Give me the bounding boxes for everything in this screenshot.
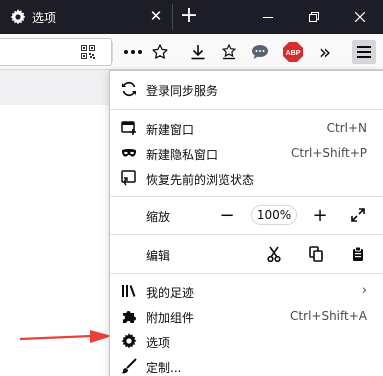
annotation-arrow [20,330,112,346]
mask-icon [121,145,137,161]
new-window-icon [121,120,137,136]
tab-options[interactable]: 选项 ✕ [0,0,172,34]
menu-item-label: 我的足迹 [146,286,195,300]
menu-item-label: 选项 [146,336,171,350]
menu-item-label: 登录同步服务 [146,84,219,98]
copy-icon[interactable] [305,243,327,265]
download-icon[interactable] [186,40,210,64]
library-icon [121,283,137,299]
zoom-in-button[interactable]: + [309,204,331,226]
save-icon[interactable] [217,40,241,64]
overflow-icon[interactable]: » [313,40,337,64]
close-icon[interactable] [337,0,383,34]
menu-row-zoom: 缩放 [110,203,383,227]
puzzle-icon [121,308,137,324]
cut-icon[interactable] [263,243,285,265]
minimize-icon[interactable] [245,0,291,34]
menu-item-label: 新建窗口 [146,123,195,137]
restore-icon[interactable] [291,0,337,34]
chevron-right-icon: › [361,283,367,298]
zoom-reset-button[interactable]: 100% [251,205,297,225]
tab-divider [172,4,173,30]
zoom-out-button[interactable]: − [216,204,238,226]
menu-item-restore-session[interactable]: 恢复先前的浏览状态 [110,166,383,190]
brush-icon [121,358,137,374]
tab-strip: 选项 ✕ + [0,0,383,34]
paste-icon[interactable] [347,243,369,265]
restore-session-icon [121,170,137,186]
url-bar[interactable] [0,38,112,66]
sync-icon [121,81,137,97]
menu-item-options[interactable]: 选项 [110,329,383,353]
toolbar-separator [112,42,113,62]
gear-icon [10,9,26,25]
menu-item-private-window[interactable]: 新建隐私窗口 Ctrl+Shift+P [110,141,383,165]
menu-item-shortcut: Ctrl+Shift+A [290,309,367,323]
qr-code-icon[interactable] [81,45,95,59]
tab-title: 选项 [32,11,57,25]
hamburger-menu-icon[interactable] [352,40,376,64]
close-tab-icon[interactable]: ✕ [148,8,164,24]
more-actions-icon[interactable] [121,40,145,64]
fullscreen-icon[interactable] [347,204,369,226]
menu-item-label: 附加组件 [146,311,195,325]
gear-icon [121,333,137,349]
menu-item-shortcut: Ctrl+N [326,121,367,135]
menu-item-label: 定制... [146,361,182,375]
menu-item-label: 新建隐私窗口 [146,148,219,162]
menu-item-sync[interactable]: 登录同步服务 [110,77,383,101]
menu-item-customize[interactable]: 定制... [110,354,383,376]
navigation-toolbar: ABP » [0,34,383,70]
menu-item-new-window[interactable]: 新建窗口 Ctrl+N [110,116,383,140]
menu-item-library[interactable]: 我的足迹 › [110,279,383,303]
menu-separator [110,234,383,235]
menu-item-shortcut: Ctrl+Shift+P [291,146,367,160]
menu-separator [110,196,383,197]
adblock-icon[interactable]: ABP [281,40,305,64]
plus-icon[interactable]: + [176,4,202,30]
zoom-label: 缩放 [146,210,171,224]
menu-row-edit: 编辑 [110,242,383,266]
menu-separator [110,109,383,110]
edit-label: 编辑 [146,249,171,263]
app-menu-panel: 登录同步服务 新建窗口 Ctrl+N 新建隐私窗口 Ctrl+Shift+P 恢… [109,70,383,376]
adblock-label: ABP [286,50,301,57]
menu-separator [110,273,383,274]
bookmark-star-icon[interactable] [148,40,172,64]
chat-icon[interactable] [248,40,272,64]
menu-item-label: 恢复先前的浏览状态 [146,173,255,187]
menu-item-addons[interactable]: 附加组件 Ctrl+Shift+A [110,304,383,328]
